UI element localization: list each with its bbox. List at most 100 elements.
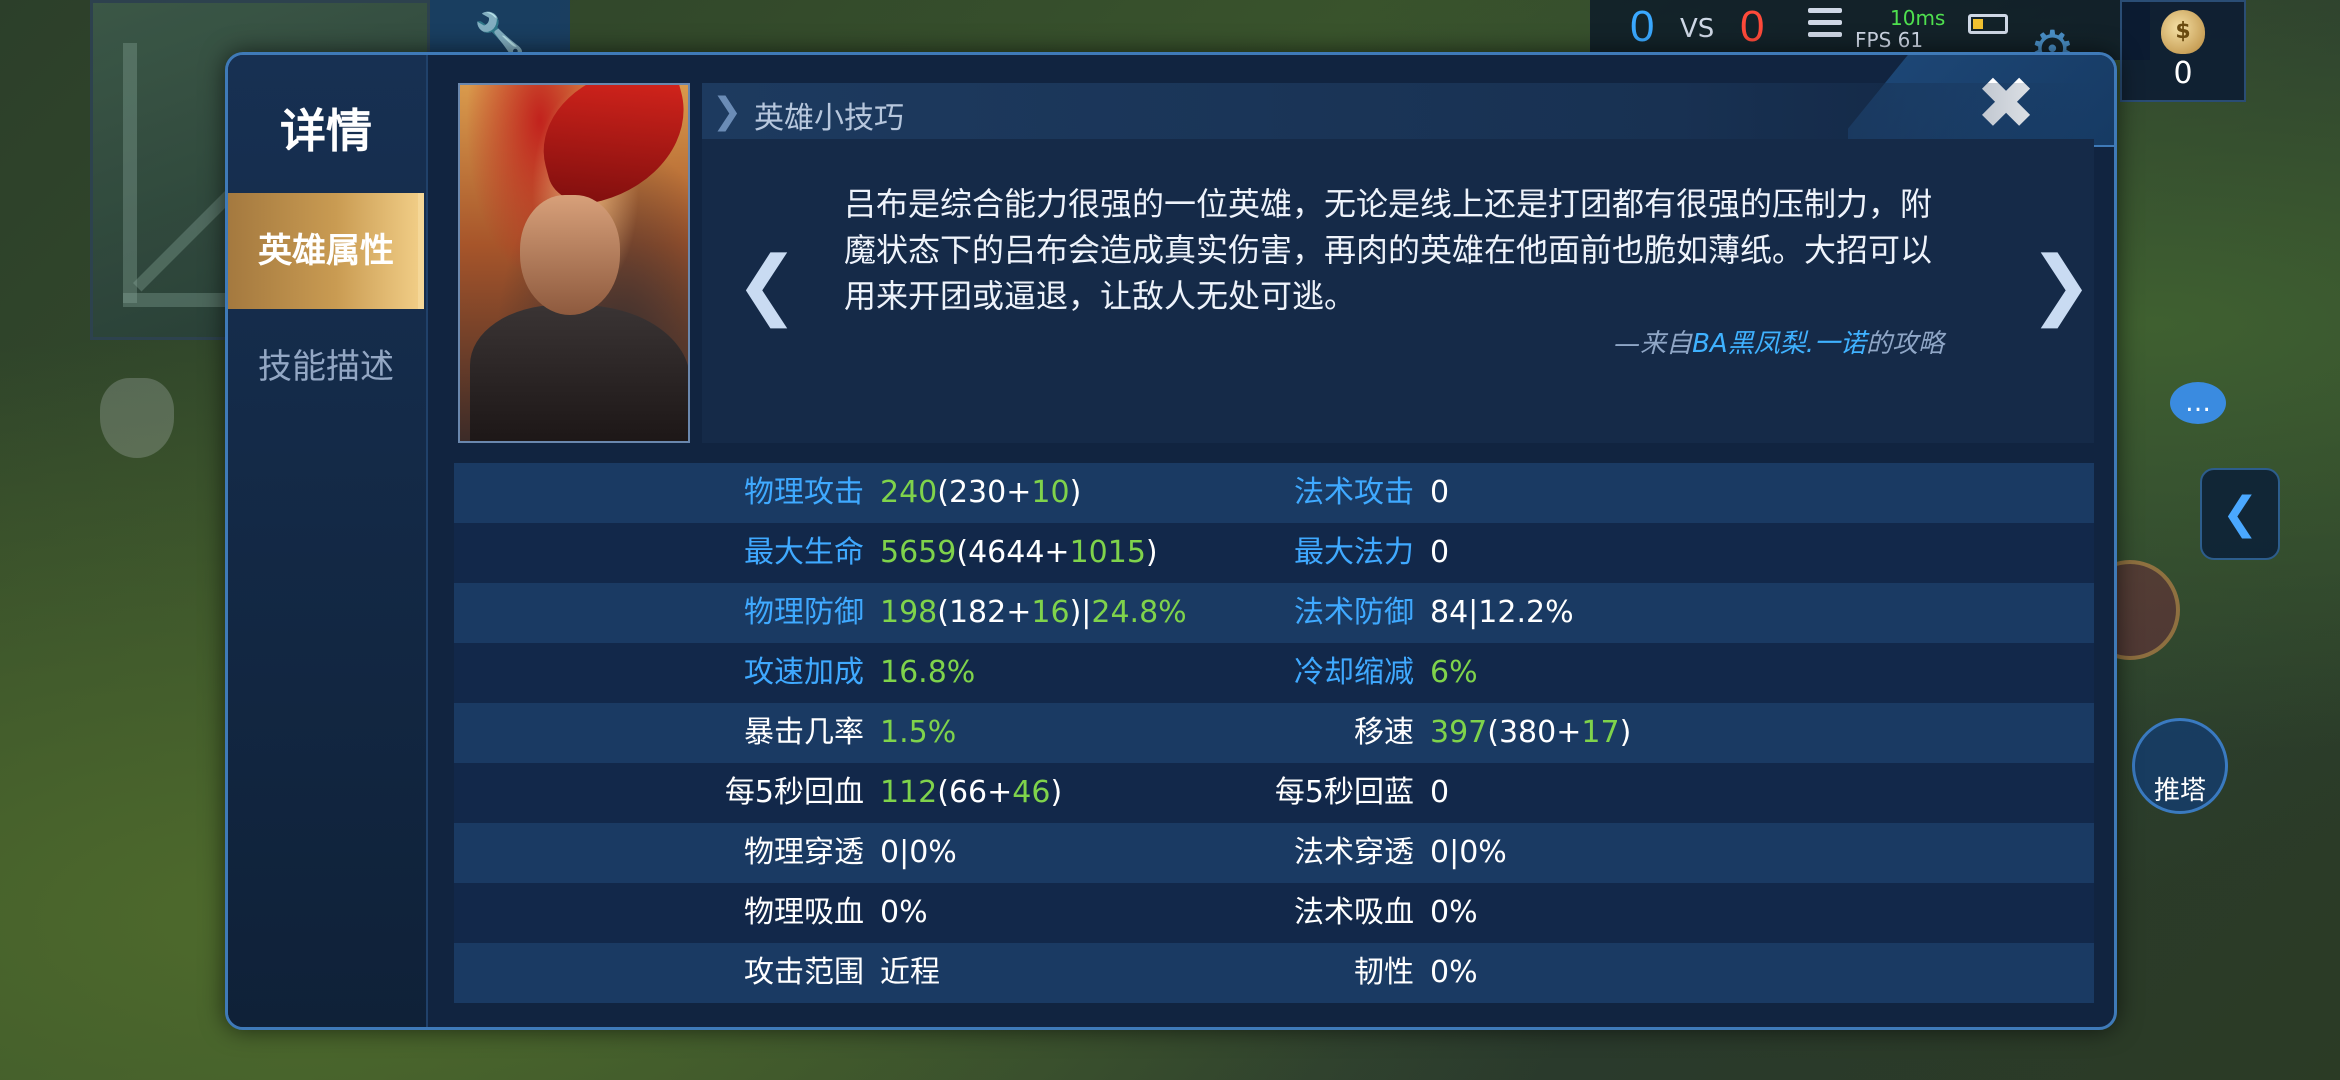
- stat-row: 物理攻击 240(230+10) 法术攻击 0: [454, 463, 2094, 523]
- stat-value-part: 0|0%: [880, 835, 957, 870]
- stat-label: 物理吸血: [744, 895, 864, 930]
- stat-value-part: 16: [1031, 595, 1070, 630]
- sidebar: 详情 英雄属性 技能描述: [228, 55, 428, 1027]
- stat-value-part: 0%: [880, 895, 928, 930]
- stat-value-part: ): [1069, 475, 1082, 510]
- stat-value-part: 0: [1430, 475, 1450, 510]
- stat-row: 物理吸血 0% 法术吸血 0%: [454, 883, 2094, 943]
- stat-label: 每5秒回血: [724, 775, 864, 810]
- stat-label: 最大生命: [744, 535, 864, 570]
- stat-label: 法术防御: [1294, 595, 1414, 630]
- collapse-arrow-icon[interactable]: ❮: [2200, 468, 2280, 560]
- stat-value: 16.8%: [880, 643, 975, 703]
- stat-row: 最大生命 5659(4644+1015) 最大法力 0: [454, 523, 2094, 583]
- hero-detail-panel: 详情 英雄属性 技能描述 ✖ ❯ 英雄小技巧 ❮ 吕布是综合能力很强的一位英雄，…: [225, 52, 2117, 1030]
- stat-value-part: 112: [880, 775, 938, 810]
- stat-value-part: 397: [1430, 715, 1488, 750]
- content-area: ❯ 英雄小技巧 ❮ 吕布是综合能力很强的一位英雄，无论是线上还是打团都有很强的压…: [454, 83, 2094, 1003]
- stat-label: 冷却缩减: [1294, 655, 1414, 690]
- stat-label: 攻速加成: [744, 655, 864, 690]
- gold-counter[interactable]: $ 0: [2120, 0, 2246, 102]
- stat-value-part: 0: [1430, 535, 1450, 570]
- push-tower-button[interactable]: 推塔: [2132, 718, 2228, 814]
- stat-label: 最大法力: [1294, 535, 1414, 570]
- chat-icon[interactable]: …: [2170, 382, 2226, 424]
- menu-icon[interactable]: [1808, 8, 1842, 42]
- stat-label: 暴击几率: [744, 715, 864, 750]
- stat-row: 攻击范围 近程 韧性 0%: [454, 943, 2094, 1003]
- stat-value: 0: [1430, 523, 1449, 583]
- tip-source-author[interactable]: BA黑凤梨.一诺: [1692, 329, 1866, 359]
- stat-row: 攻速加成 16.8% 冷却缩减 6%: [454, 643, 2094, 703]
- stat-value-part: 5659: [880, 535, 957, 570]
- stat-value-part: 10: [1031, 475, 1070, 510]
- stat-value: 0|0%: [1430, 823, 1507, 883]
- stat-value: 240(230+10): [880, 463, 1081, 523]
- stat-value: 0|0%: [880, 823, 957, 883]
- stat-value-part: (4644+: [956, 535, 1070, 570]
- stat-value: 112(66+46): [880, 763, 1062, 823]
- gold-value: 0: [2173, 56, 2193, 91]
- stat-value: 近程: [880, 943, 940, 1003]
- shield-icon[interactable]: [100, 378, 174, 458]
- stat-value-part: 46: [1012, 775, 1051, 810]
- stat-value-part: 0: [1430, 775, 1450, 810]
- stat-label: 攻击范围: [744, 955, 864, 990]
- stat-value-part: 0|0%: [1430, 835, 1507, 870]
- chevron-right-icon: ❯: [712, 91, 743, 132]
- stat-row: 物理穿透 0|0% 法术穿透 0|0%: [454, 823, 2094, 883]
- stat-value-part: 198: [880, 595, 938, 630]
- stat-label: 韧性: [1354, 955, 1414, 990]
- stat-label: 每5秒回蓝: [1274, 775, 1414, 810]
- tab-hero-attributes[interactable]: 英雄属性: [228, 193, 424, 309]
- tip-body: ❮ 吕布是综合能力很强的一位英雄，无论是线上还是打团都有很强的压制力，附魔状态下…: [702, 139, 2094, 443]
- tip-source-prefix: —来自: [1614, 329, 1693, 359]
- vs-label: VS: [1680, 14, 1715, 44]
- tip-source: —来自BA黑凤梨.一诺的攻略: [1614, 323, 1944, 360]
- fps-readout: FPS 61: [1855, 28, 1924, 52]
- stat-value-part: )|: [1069, 595, 1092, 630]
- stat-value: 6%: [1430, 643, 1478, 703]
- stat-value-part: ): [1619, 715, 1632, 750]
- money-bag-icon: $: [2161, 10, 2205, 54]
- ping-readout: 10ms: [1890, 6, 1946, 30]
- stat-value-part: (380+: [1487, 715, 1582, 750]
- stat-value-part: 近程: [880, 955, 940, 990]
- stat-value-part: 1015: [1069, 535, 1146, 570]
- stat-value-part: 84|12.2%: [1430, 595, 1574, 630]
- tab-label: 英雄属性: [258, 231, 394, 271]
- stat-row: 暴击几率 1.5% 移速 397(380+17): [454, 703, 2094, 763]
- stat-label: 物理穿透: [744, 835, 864, 870]
- stat-label: 法术吸血: [1294, 895, 1414, 930]
- stat-value: 0%: [880, 883, 928, 943]
- stat-value-part: 17: [1581, 715, 1620, 750]
- stat-value: 198(182+16)|24.8%: [880, 583, 1187, 643]
- stat-value-part: (230+: [937, 475, 1032, 510]
- stat-row: 物理防御 198(182+16)|24.8% 法术防御 84|12.2%: [454, 583, 2094, 643]
- push-tower-label: 推塔: [2153, 776, 2206, 806]
- tip-title: 英雄小技巧: [754, 101, 904, 136]
- stat-value-part: 16.8%: [880, 655, 976, 690]
- stat-value: 5659(4644+1015): [880, 523, 1158, 583]
- score-blue: 0: [1630, 2, 1655, 51]
- stat-row: 每5秒回血 112(66+46) 每5秒回蓝 0: [454, 763, 2094, 823]
- stat-value-part: ): [1145, 535, 1158, 570]
- stat-label: 法术穿透: [1294, 835, 1414, 870]
- stat-label: 法术攻击: [1294, 475, 1414, 510]
- tip-header: ❯ 英雄小技巧: [702, 83, 2094, 139]
- stat-value-part: 24.8%: [1091, 595, 1187, 630]
- stat-value-part: ): [1050, 775, 1063, 810]
- stat-value-part: 240: [880, 475, 938, 510]
- sidebar-title: 详情: [280, 104, 372, 158]
- chevron-left-icon[interactable]: ❮: [732, 239, 802, 329]
- stat-value: 84|12.2%: [1430, 583, 1574, 643]
- chevron-right-icon[interactable]: ❯: [2026, 239, 2096, 329]
- stat-value-part: (66+: [937, 775, 1013, 810]
- tab-skill-description[interactable]: 技能描述: [228, 309, 424, 425]
- stat-value: 397(380+17): [1430, 703, 1631, 763]
- stat-value: 0%: [1430, 943, 1478, 1003]
- stat-value-part: (182+: [937, 595, 1032, 630]
- tip-source-suffix: 的攻略: [1865, 329, 1944, 359]
- stat-value: 0: [1430, 763, 1449, 823]
- tab-label: 技能描述: [258, 347, 394, 387]
